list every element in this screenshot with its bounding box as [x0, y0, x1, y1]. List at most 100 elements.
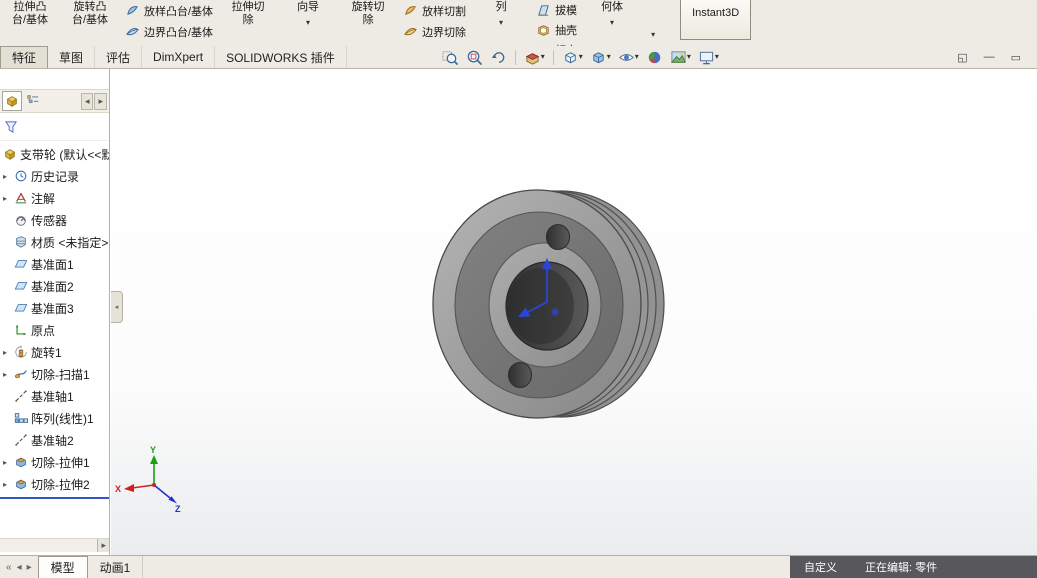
axis-icon — [14, 433, 28, 447]
expand-arrow-icon[interactable]: ▸ — [3, 370, 11, 379]
tree-item[interactable]: 材质 <未指定> — [0, 231, 109, 253]
view-settings-button[interactable]: ▾ — [695, 47, 722, 67]
tree-filter-row[interactable] — [0, 115, 109, 141]
dropdown-caret-icon: ▾ — [578, 52, 583, 61]
extruded-boss-button[interactable]: 拉伸凸 台/基体 — [0, 0, 60, 46]
tree-item[interactable]: 阵列(线性)1 — [0, 407, 109, 429]
tree-item[interactable]: 基准轴1 — [0, 385, 109, 407]
zoomarea-icon — [466, 49, 483, 66]
reference-geometry-button[interactable]: 何体 ▾ — [582, 0, 642, 46]
tree-item-label: 基准面2 — [31, 279, 74, 294]
window-minimize-button[interactable]: — — [984, 51, 995, 63]
linear-pattern-button[interactable]: 列 ▾ — [471, 0, 531, 46]
previous-view-button[interactable] — [487, 47, 510, 67]
window-maximize-button[interactable]: ▭ — [1011, 51, 1021, 64]
zoom-to-fit-button[interactable] — [439, 47, 462, 67]
tab-scroll-first-button[interactable]: « — [6, 562, 12, 573]
tree-root-item[interactable]: 支带轮 (默认<<默认 — [0, 143, 109, 165]
expand-arrow-icon[interactable]: ▸ — [3, 480, 11, 489]
expand-arrow-icon[interactable]: ▸ — [3, 458, 11, 467]
tree-item[interactable]: 基准面1 — [0, 253, 109, 275]
dropdown-caret-icon: ▾ — [499, 18, 504, 27]
tab-solidworks-addins[interactable]: SOLIDWORKS 插件 — [215, 46, 347, 68]
feature-tree: 支带轮 (默认<<默认 ▸ 历史记录 ▸ 注解传感器材质 <未指定> 基准面1 基准面2 基准… — [0, 143, 109, 499]
tab-scroll-right-button[interactable]: ▸ — [27, 562, 32, 573]
tree-item[interactable]: 基准面3 — [0, 297, 109, 319]
featuremanager-tab[interactable] — [2, 91, 22, 111]
section-view-button[interactable]: ▾ — [521, 47, 548, 67]
tree-item-label: 基准面1 — [31, 257, 74, 272]
appearance-icon — [646, 49, 663, 66]
propertymanager-tab[interactable] — [24, 91, 42, 111]
panel-collapse-handle[interactable]: ◂ — [111, 291, 123, 323]
pulley-hole-bottom[interactable] — [507, 361, 533, 389]
panel-scroll-left-button[interactable]: ◂ — [80, 92, 94, 110]
window-restore-button[interactable]: ◱ — [957, 51, 967, 64]
rollback-bar[interactable] — [0, 497, 109, 499]
tree-item[interactable]: ▸ 切除-拉伸1 — [0, 451, 109, 473]
tree-item[interactable]: 基准面2 — [0, 275, 109, 297]
dropdown-caret-icon: ▾ — [606, 52, 611, 61]
tree-item[interactable]: ▸ 切除-扫描1 — [0, 363, 109, 385]
model-tab[interactable]: 模型 — [37, 556, 88, 578]
zoomfit-icon — [442, 49, 459, 66]
boundary-cut-button-label: 边界切除 — [422, 26, 467, 39]
tree-item[interactable]: ▸ 旋转1 — [0, 341, 109, 363]
editing-status: 正在编辑: 零件 — [865, 562, 938, 574]
hide-show-items-button[interactable]: ▾ — [615, 47, 642, 67]
boundary-boss-button[interactable]: 边界凸台/基体 — [125, 23, 213, 40]
pulley-model[interactable] — [432, 189, 665, 419]
tree-item[interactable]: 基准轴2 — [0, 429, 109, 451]
extruded-cut-button[interactable]: 拉伸切 除 — [218, 0, 278, 46]
draft-button[interactable]: 拔模 — [536, 2, 577, 18]
tree-item-label: 原点 — [31, 323, 56, 338]
dropdown-caret-icon: ▾ — [634, 52, 639, 61]
part-icon — [5, 94, 19, 108]
lofted-boss-button[interactable]: 放样凸台/基体 — [125, 2, 213, 19]
tab-dimxpert[interactable]: DimXpert — [142, 46, 216, 68]
panel-horizontal-scrollbar[interactable]: ▸ — [0, 538, 109, 552]
expand-arrow-icon[interactable]: ▸ — [3, 172, 11, 181]
tree-item-label: 历史记录 — [31, 169, 80, 184]
tab-scroll-left-button[interactable]: ◂ — [17, 562, 22, 573]
edit-appearance-button[interactable] — [643, 47, 666, 67]
tree-item[interactable]: ▸ 切除-拉伸2 — [0, 473, 109, 495]
lofted-cut-button[interactable]: 放样切割 — [403, 2, 466, 19]
graphics-scene-svg[interactable]: Y X Z — [111, 69, 1037, 555]
apply-scene-button[interactable]: ▾ — [667, 47, 694, 67]
panel-hscroll-right-button[interactable]: ▸ — [97, 539, 109, 552]
graphics-area[interactable]: Y X Z ◂ — [111, 69, 1037, 555]
view-orientation-button[interactable]: ▾ — [559, 47, 586, 67]
revolved-boss-button-label: 旋转凸 台/基体 — [71, 1, 109, 26]
hole-wizard-button[interactable]: 向导 ▾ — [278, 0, 338, 46]
triad-z-label: Z — [175, 504, 181, 514]
tree-item[interactable]: 原点 — [0, 319, 109, 341]
tree-item[interactable]: ▸ 注解 — [0, 187, 109, 209]
ribbon: 拉伸凸 台/基体 旋转凸 台/基体 放样凸台/基体 边界凸台/基体 拉伸切 除 向导 ▾ 旋转… — [0, 0, 1037, 47]
tab-evaluate[interactable]: 评估 — [95, 46, 143, 68]
revolved-cut-button[interactable]: 旋转切 除 — [338, 0, 398, 46]
dropdown-caret-icon: ▾ — [651, 30, 656, 39]
prevview-icon — [490, 49, 507, 66]
motion-study-tab[interactable]: 动画1 — [88, 556, 144, 578]
tree-item-label: 旋转1 — [31, 345, 62, 360]
cutextrude-icon — [14, 455, 28, 469]
panel-tab-strip: ◂ ▸ — [0, 89, 109, 113]
expand-arrow-icon[interactable]: ▸ — [3, 194, 11, 203]
tree-item[interactable]: 传感器 — [0, 209, 109, 231]
tree-item-label: 切除-拉伸1 — [31, 455, 90, 470]
panel-scroll-right-button[interactable]: ▸ — [94, 92, 107, 110]
toolbar-separator — [552, 49, 554, 65]
boundary-cut-button[interactable]: 边界切除 — [403, 23, 466, 40]
revolved-boss-button[interactable]: 旋转凸 台/基体 — [60, 0, 120, 46]
tab-features[interactable]: 特征 — [0, 46, 49, 68]
pulley-hole-top[interactable] — [545, 223, 571, 251]
shell-button[interactable]: 抽壳 — [536, 22, 577, 38]
curves-button[interactable]: ▾ — [642, 0, 664, 46]
display-style-button[interactable]: ▾ — [587, 47, 614, 67]
tab-sketch[interactable]: 草图 — [48, 46, 96, 68]
tree-item[interactable]: ▸ 历史记录 — [0, 165, 109, 187]
zoom-to-area-button[interactable] — [463, 47, 486, 67]
instant3d-toggle-button[interactable]: Instant3D — [680, 0, 752, 40]
expand-arrow-icon[interactable]: ▸ — [3, 348, 11, 357]
